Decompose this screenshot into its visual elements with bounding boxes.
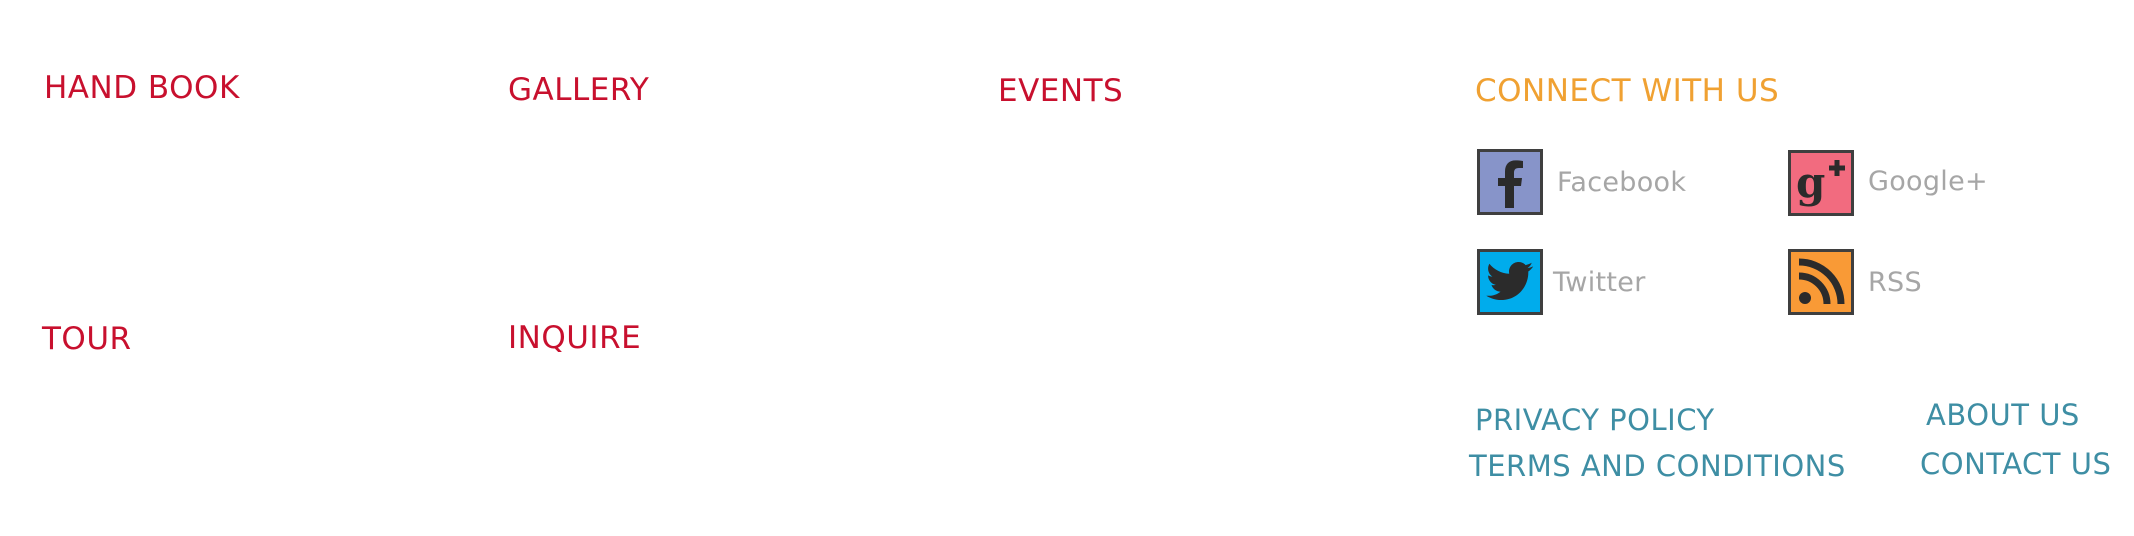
nav-link-tour[interactable]: TOUR: [42, 321, 132, 357]
social-twitter-label: Twitter: [1553, 266, 1646, 298]
connect-title: CONNECT WITH US: [1475, 73, 1780, 109]
rss-icon: [1788, 249, 1854, 315]
terms-and-conditions-link[interactable]: TERMS AND CONDITIONS: [1469, 449, 1846, 483]
social-facebook-link[interactable]: Facebook: [1477, 149, 1686, 215]
social-google-plus-label: Google+: [1868, 165, 1988, 197]
facebook-icon: [1477, 149, 1543, 215]
nav-link-inquire[interactable]: INQUIRE: [508, 320, 641, 356]
nav-link-gallery[interactable]: GALLERY: [508, 72, 649, 108]
privacy-policy-link[interactable]: PRIVACY POLICY: [1475, 403, 1715, 437]
svg-text:g: g: [1796, 158, 1825, 207]
social-facebook-label: Facebook: [1557, 166, 1687, 198]
social-rss-link[interactable]: RSS: [1788, 249, 1922, 315]
nav-link-handbook[interactable]: HAND BOOK: [44, 70, 240, 106]
social-rss-label: RSS: [1868, 266, 1922, 298]
nav-link-events[interactable]: EVENTS: [998, 73, 1123, 109]
google-plus-icon: g: [1788, 150, 1854, 216]
about-us-link[interactable]: ABOUT US: [1926, 398, 2080, 432]
social-twitter-link[interactable]: Twitter: [1477, 249, 1646, 315]
social-google-plus-link[interactable]: g Google+: [1788, 150, 1988, 216]
contact-us-link[interactable]: CONTACT US: [1920, 447, 2111, 481]
twitter-icon: [1477, 249, 1543, 315]
